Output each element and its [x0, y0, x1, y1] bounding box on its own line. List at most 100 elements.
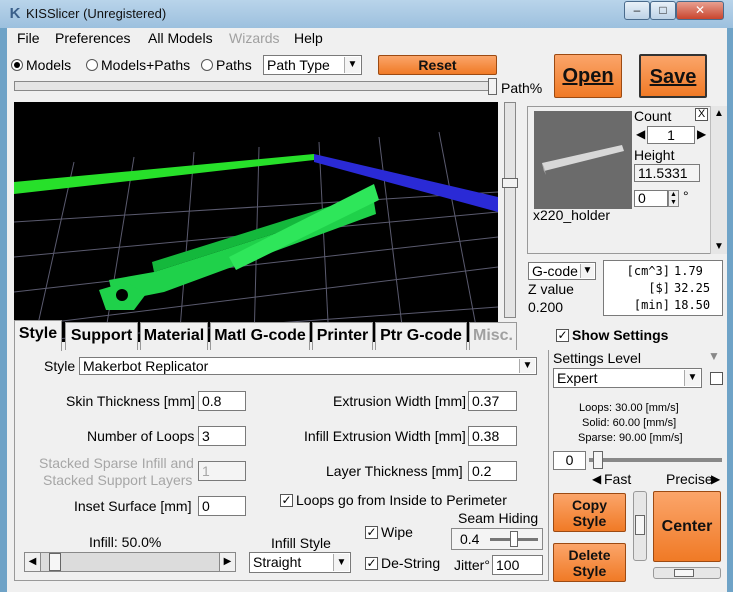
wipe-checkbox[interactable]: ✓: [365, 526, 378, 539]
3d-viewport[interactable]: [14, 102, 498, 342]
skin-thickness-label: Skin Thickness [mm]: [66, 393, 195, 409]
copy-style-button[interactable]: Copy Style: [553, 493, 626, 532]
seam-hiding-label: Seam Hiding: [458, 510, 539, 526]
infill-extrusion-field[interactable]: 0.38: [468, 426, 517, 446]
path-type-select[interactable]: Path Type ▼: [263, 55, 362, 75]
speed-value-field[interactable]: 0: [553, 451, 586, 470]
rotation-field[interactable]: 0: [634, 190, 668, 207]
tab-style[interactable]: Style: [14, 320, 62, 351]
stat-cost-value: 32.25: [674, 281, 711, 295]
infill-style-label: Infill Style: [271, 535, 331, 551]
gcode-mode-value: G-code: [532, 263, 578, 279]
infill-decrease-icon[interactable]: ◀: [25, 553, 41, 571]
path-slider-track[interactable]: [14, 81, 497, 91]
radio-models[interactable]: [11, 59, 23, 71]
extrusion-width-value: 0.37: [472, 393, 500, 409]
chevron-down-icon: ▼: [519, 359, 535, 373]
open-button[interactable]: Open: [554, 54, 622, 98]
show-settings-checkbox[interactable]: ✓: [556, 329, 569, 342]
maximize-button[interactable]: □: [650, 1, 676, 20]
rotation-value: 0: [638, 190, 646, 206]
radio-models-paths[interactable]: [86, 59, 98, 71]
app-icon: K: [9, 5, 21, 22]
layer-thickness-value: 0.2: [472, 463, 492, 479]
tab-support[interactable]: Support: [65, 322, 138, 350]
style-select-value: Makerbot Replicator: [83, 358, 209, 374]
horizontal-center-slider[interactable]: [653, 567, 721, 579]
save-button[interactable]: Save: [639, 54, 707, 98]
gcode-mode-select[interactable]: G-code ▼: [528, 262, 596, 280]
style-select[interactable]: Makerbot Replicator ▼: [79, 357, 537, 375]
settings-level-select[interactable]: Expert ▼: [553, 368, 702, 388]
style-label: Style: [44, 358, 76, 374]
radio-models-paths-label: Models+Paths: [101, 57, 191, 73]
seam-thumb[interactable]: [510, 531, 518, 547]
destring-checkbox[interactable]: ✓: [365, 557, 378, 570]
z-slider-track[interactable]: [504, 102, 516, 318]
jitter-field[interactable]: 100: [492, 555, 543, 575]
speed-loops: Loops: 30.00 [mm/s]: [579, 402, 679, 414]
speed-slider-thumb[interactable]: [593, 451, 603, 469]
infill-slider-thumb[interactable]: [49, 553, 62, 571]
menu-help[interactable]: Help: [294, 30, 323, 46]
horizontal-center-thumb[interactable]: [674, 569, 694, 577]
extrusion-width-field[interactable]: 0.37: [468, 391, 517, 411]
skin-thickness-field[interactable]: 0.8: [198, 391, 246, 411]
loops-order-label: Loops go from Inside to Perimeter: [296, 492, 507, 508]
infill-label: Infill: 50.0%: [89, 534, 162, 550]
menu-preferences[interactable]: Preferences: [55, 30, 130, 46]
height-field: 11.5331: [634, 164, 700, 182]
app-client: File Preferences All Models Wizards Help…: [7, 28, 727, 592]
settings-level-value: Expert: [557, 370, 598, 386]
reset-button[interactable]: Reset: [378, 55, 497, 75]
vertical-style-thumb[interactable]: [635, 515, 645, 535]
infill-increase-icon[interactable]: ▶: [219, 553, 235, 571]
count-increment-icon[interactable]: ▶: [697, 127, 706, 141]
loops-label: Number of Loops: [87, 428, 195, 444]
path-slider-thumb[interactable]: [488, 78, 497, 95]
infill-style-select[interactable]: Straight ▼: [249, 552, 351, 573]
radio-paths[interactable]: [201, 59, 213, 71]
speed-sparse: Sparse: 90.00 [mm/s]: [578, 432, 683, 444]
scroll-up-icon[interactable]: ▲: [714, 108, 724, 119]
model-thumbnail[interactable]: [534, 111, 632, 209]
z-slider[interactable]: [502, 102, 518, 318]
tab-matl-gcode[interactable]: Matl G-code: [210, 322, 310, 350]
close-button[interactable]: ✕: [676, 1, 724, 20]
delete-style-button[interactable]: Delete Style: [553, 543, 626, 582]
menu-all-models[interactable]: All Models: [148, 30, 213, 46]
count-decrement-icon[interactable]: ◀: [636, 127, 645, 141]
menu-file[interactable]: File: [17, 30, 40, 46]
infill-slider[interactable]: ◀ ▶: [24, 552, 236, 572]
model-list-scrollbar[interactable]: ▲ ▼: [710, 106, 727, 254]
vertical-style-slider[interactable]: [633, 491, 647, 561]
scroll-down-icon[interactable]: ▼: [714, 241, 724, 252]
inset-field[interactable]: 0: [198, 496, 246, 516]
rotation-spinner-icon[interactable]: ▲ ▼: [668, 190, 679, 207]
layer-thickness-field[interactable]: 0.2: [468, 461, 517, 481]
chevron-down-icon: ▼: [580, 264, 594, 278]
model-mesh[interactable]: [99, 184, 379, 310]
loops-field[interactable]: 3: [198, 426, 246, 446]
settings-extra-checkbox[interactable]: [710, 372, 723, 385]
loops-order-checkbox[interactable]: ✓: [280, 494, 293, 507]
skin-thickness-value: 0.8: [202, 393, 222, 409]
speed-slider-track[interactable]: [589, 458, 722, 462]
z-slider-thumb[interactable]: [502, 178, 518, 188]
stat-cost-unit: [$]: [648, 281, 670, 295]
minimize-button[interactable]: –: [624, 1, 650, 20]
close-model-icon[interactable]: X: [695, 108, 708, 121]
count-field[interactable]: 1: [647, 126, 695, 144]
tab-printer[interactable]: Printer: [312, 322, 373, 350]
stat-time-unit: [min]: [633, 298, 670, 312]
precise-label: Precise: [666, 471, 713, 487]
tab-material[interactable]: Material: [140, 322, 208, 350]
wipe-label: Wipe: [381, 524, 413, 540]
model-name: x220_holder: [533, 207, 611, 223]
menu-bar: File Preferences All Models Wizards Help: [7, 28, 727, 48]
tab-ptr-gcode[interactable]: Ptr G-code: [375, 322, 467, 350]
z-value: 0.200: [528, 299, 564, 315]
center-button[interactable]: Center: [653, 491, 721, 562]
extrusion-width-label: Extrusion Width [mm]: [333, 393, 467, 409]
seam-slider[interactable]: 0.4: [451, 528, 543, 550]
